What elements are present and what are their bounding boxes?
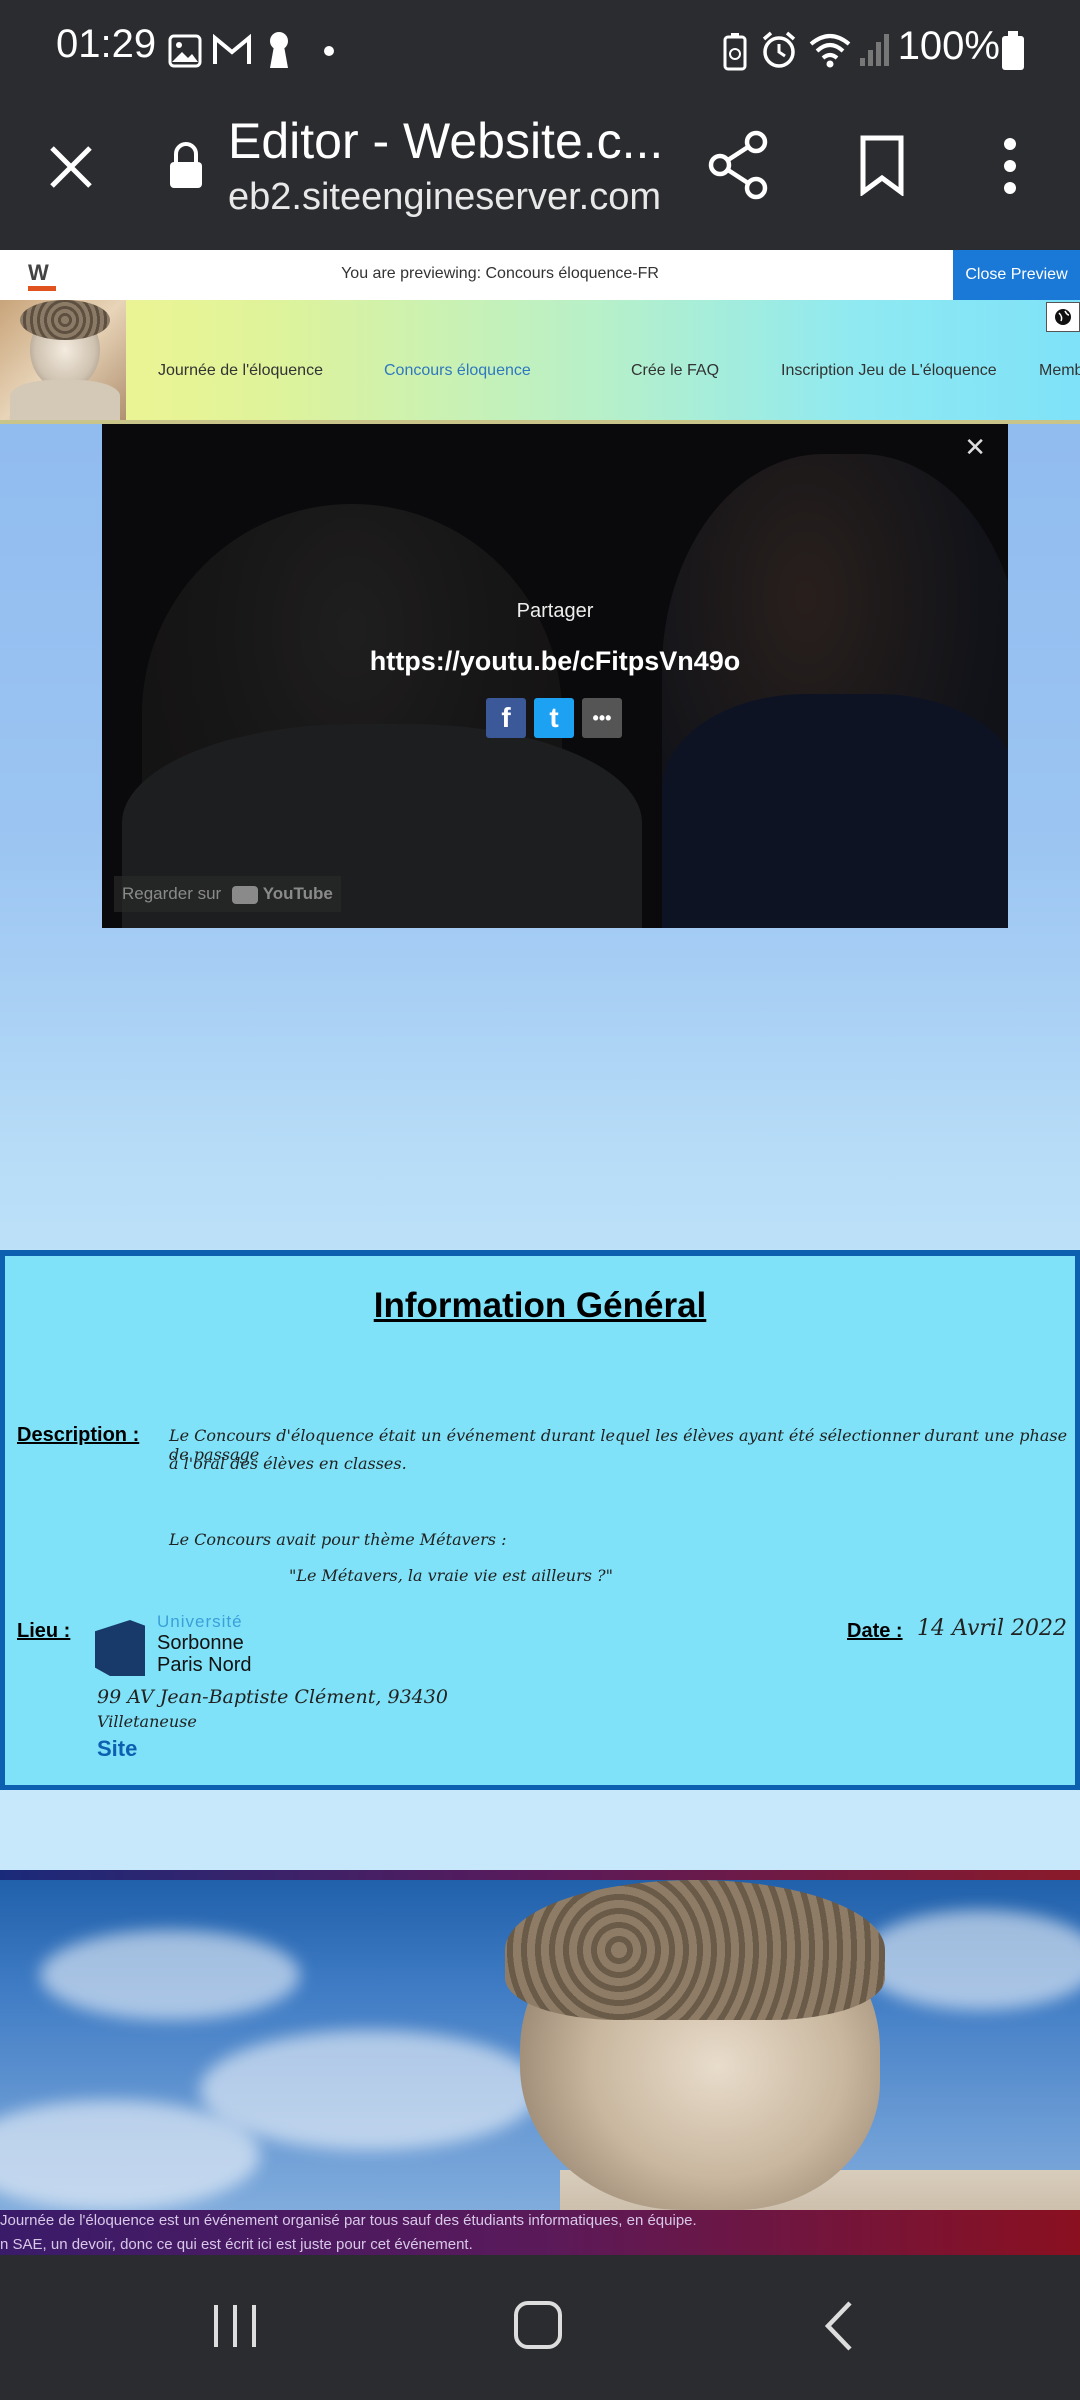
university-name-1: Université xyxy=(157,1612,243,1631)
theme-line: Le Concours avait pour thème Métavers : xyxy=(169,1530,507,1549)
page-title: Editor - Website.c... xyxy=(228,113,664,169)
lieu-label: Lieu : xyxy=(17,1620,71,1642)
address-line2: Villetaneuse xyxy=(97,1712,197,1731)
url-bar[interactable]: eb2.siteengineserver.com xyxy=(228,176,661,219)
footer-line1: Journée de l'éloquence est un événement … xyxy=(0,2212,697,2229)
site-link[interactable]: Site xyxy=(97,1736,137,1762)
preview-message: You are previewing: Concours éloquence-F… xyxy=(341,265,659,282)
language-button[interactable] xyxy=(1046,302,1080,332)
university-logo[interactable]: Université Sorbonne Paris Nord xyxy=(95,1612,255,1676)
nav-inscription[interactable]: Inscription Jeu de L'éloquence xyxy=(781,362,997,380)
nav-journee[interactable]: Journée de l'éloquence xyxy=(158,362,323,380)
hero-statue-image xyxy=(0,1870,1080,2255)
info-title: Information Général xyxy=(373,1286,707,1325)
back-icon[interactable] xyxy=(822,2299,856,2353)
nav-faq[interactable]: Crée le FAQ xyxy=(631,362,719,380)
home-icon[interactable] xyxy=(512,2299,564,2351)
statue-hair xyxy=(505,1880,885,2020)
bookmark-icon[interactable] xyxy=(858,134,906,196)
close-icon[interactable] xyxy=(46,142,96,192)
twitter-share-button[interactable]: t xyxy=(534,698,574,738)
lock-icon xyxy=(170,142,202,188)
dot-icon xyxy=(324,46,334,56)
wifi-icon xyxy=(809,34,851,68)
cloud xyxy=(40,1930,300,2020)
cloud xyxy=(860,1910,1080,2010)
gmail-icon xyxy=(213,34,251,64)
youtube-icon xyxy=(231,885,258,904)
address-line1: 99 AV Jean-Baptiste Clément, 93430 xyxy=(97,1686,448,1708)
system-navigation-bar xyxy=(0,2255,1080,2400)
status-bar: 01:29 100% xyxy=(0,0,1080,100)
university-name-2: Sorbonne xyxy=(157,1632,244,1654)
footer-line2: n SAE, un devoir, donc ce qui est écrit … xyxy=(0,2236,473,2253)
footer-band: Journée de l'éloquence est un événement … xyxy=(0,2210,1080,2255)
status-time: 01:29 xyxy=(56,22,157,66)
battery-icon xyxy=(1002,31,1024,70)
share-title: Partager xyxy=(516,600,594,622)
watch-on-youtube-button[interactable]: Regarder sur YouTube xyxy=(114,876,341,912)
date-value: 14 Avril 2022 xyxy=(917,1616,1067,1641)
web-page: W You are previewing: Concours éloquence… xyxy=(0,250,1080,2255)
facebook-share-button[interactable]: f xyxy=(486,698,526,738)
hero-top-border xyxy=(0,1870,1080,1880)
nav-concours[interactable]: Concours éloquence xyxy=(384,362,531,380)
university-mark-icon xyxy=(95,1620,145,1676)
theme-quote: "Le Métavers, la vraie vie est ailleurs … xyxy=(289,1566,613,1585)
video-link[interactable]: https://youtu.be/cFitpsVn49o xyxy=(102,646,1008,677)
globe-icon xyxy=(1055,309,1071,325)
date-label: Date : xyxy=(847,1620,903,1642)
battery-saver-icon xyxy=(723,33,747,71)
preview-bar: W You are previewing: Concours éloquence… xyxy=(0,250,1080,300)
more-options-icon[interactable] xyxy=(996,136,1024,196)
nav-membres[interactable]: Memb xyxy=(1039,362,1080,380)
university-name-3: Paris Nord xyxy=(157,1654,252,1676)
site-header: Journée de l'éloquence Concours éloquenc… xyxy=(0,300,1080,424)
signal-icon xyxy=(860,34,889,66)
browser-toolbar: Editor - Website.c... eb2.siteengineserv… xyxy=(0,100,1080,250)
close-preview-button[interactable]: Close Preview xyxy=(953,250,1080,300)
keyhole-icon xyxy=(270,32,288,68)
recent-apps-icon[interactable] xyxy=(210,2301,260,2351)
statue-logo-image[interactable] xyxy=(0,300,126,420)
share-icon[interactable] xyxy=(706,130,770,200)
more-share-button[interactable]: ••• xyxy=(582,698,622,738)
battery-percentage: 100% xyxy=(897,24,1000,68)
cloud xyxy=(200,2030,540,2150)
alarm-icon xyxy=(762,31,796,68)
gallery-icon xyxy=(168,34,202,68)
info-section: Information Général Description : Le Con… xyxy=(0,1250,1080,1790)
youtube-video-player[interactable]: ✕ Partager https://youtu.be/cFitpsVn49o … xyxy=(102,424,1008,928)
close-share-icon[interactable]: ✕ xyxy=(964,432,986,463)
description-line2: à l'oral des élèves en classes. xyxy=(169,1454,407,1473)
description-label: Description : xyxy=(17,1424,140,1446)
